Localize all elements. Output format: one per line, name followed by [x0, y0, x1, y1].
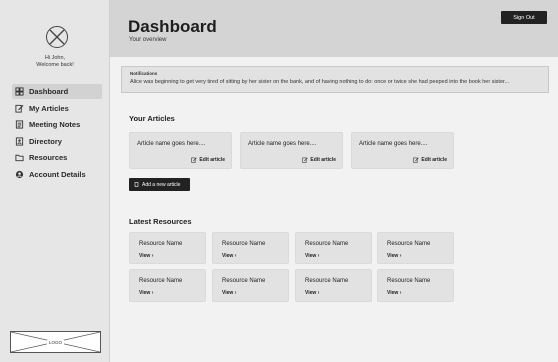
sidebar: Hi John, Welcome back! Dashboard My Arti…	[0, 0, 110, 362]
sidebar-item-resources[interactable]: Resources	[12, 150, 102, 165]
view-resource-link[interactable]: View ›	[387, 253, 401, 259]
sidebar-item-dashboard[interactable]: Dashboard	[12, 84, 102, 99]
articles-section-title: Your Articles	[129, 114, 175, 123]
view-resource-link[interactable]: View ›	[305, 290, 319, 296]
article-card[interactable]: Article name goes here.... Edit article	[351, 132, 454, 169]
resource-card[interactable]: Resource Name View ›	[212, 269, 289, 302]
dashboard-icon	[15, 87, 24, 96]
resource-name: Resource Name	[387, 241, 431, 247]
add-article-label: Add a new article	[142, 181, 181, 188]
resource-name: Resource Name	[222, 241, 266, 247]
edit-article-link[interactable]: Edit article	[302, 157, 336, 163]
sidebar-item-label: Meeting Notes	[29, 120, 81, 129]
logo-text: LOGO	[46, 339, 64, 345]
view-resource-link[interactable]: View ›	[305, 253, 319, 259]
sidebar-item-meeting-notes[interactable]: Meeting Notes	[12, 117, 102, 132]
sidebar-item-label: Dashboard	[29, 87, 69, 96]
sidebar-item-label: Account Details	[29, 169, 86, 179]
notifications-title: Notifications	[130, 71, 158, 76]
sidebar-item-label: My Articles	[29, 103, 69, 113]
article-name: Article name goes here....	[248, 141, 317, 147]
resource-card[interactable]: Resource Name View ›	[295, 232, 372, 264]
folder-icon	[15, 153, 24, 162]
resource-name: Resource Name	[305, 241, 349, 247]
document-icon	[134, 182, 139, 187]
sidebar-item-account-details[interactable]: Account Details	[12, 167, 102, 182]
edit-article-link[interactable]: Edit article	[191, 157, 225, 163]
avatar-placeholder-icon	[46, 26, 68, 48]
edit-icon	[413, 157, 420, 163]
resource-name: Resource Name	[305, 278, 349, 284]
sidebar-item-my-articles[interactable]: My Articles	[12, 101, 102, 116]
edit-article-label: Edit article	[199, 157, 225, 163]
header: Dashboard Your overview Sign Out	[110, 0, 558, 57]
notifications-panel: Notifications Alice was beginning to get…	[121, 66, 549, 93]
resource-card[interactable]: Resource Name View ›	[377, 269, 454, 302]
greeting-welcome: Welcome back!	[36, 61, 74, 68]
resource-card[interactable]: Resource Name View ›	[129, 269, 206, 302]
sidebar-item-label: Resources	[29, 153, 68, 162]
resource-card[interactable]: Resource Name View ›	[295, 269, 372, 302]
page-subtitle: Your overview	[129, 37, 167, 43]
resource-name: Resource Name	[222, 278, 266, 284]
user-icon	[15, 170, 24, 179]
edit-icon	[191, 157, 198, 163]
resource-name: Resource Name	[139, 278, 183, 284]
sidebar-nav: Dashboard My Articles Meeting Notes Dire…	[12, 84, 102, 183]
resource-name: Resource Name	[387, 278, 431, 284]
article-card[interactable]: Article name goes here.... Edit article	[129, 132, 232, 169]
greeting: Hi John, Welcome back!	[0, 55, 110, 68]
resource-card[interactable]: Resource Name View ›	[129, 232, 206, 264]
view-resource-link[interactable]: View ›	[222, 290, 236, 296]
resources-section-title: Latest Resources	[129, 217, 192, 226]
article-card[interactable]: Article name goes here.... Edit article	[240, 132, 343, 169]
directory-icon	[15, 136, 24, 146]
edit-article-label: Edit article	[421, 157, 447, 163]
edit-icon	[302, 157, 309, 163]
edit-article-link[interactable]: Edit article	[413, 157, 447, 163]
view-resource-link[interactable]: View ›	[222, 253, 236, 259]
view-resource-link[interactable]: View ›	[139, 290, 153, 296]
edit-icon	[15, 104, 24, 113]
article-name: Article name goes here....	[359, 141, 428, 147]
sidebar-item-directory[interactable]: Directory	[12, 134, 102, 149]
edit-article-label: Edit article	[310, 157, 336, 163]
notification-message[interactable]: Alice was beginning to get very tired of…	[130, 79, 544, 85]
view-resource-link[interactable]: View ›	[387, 290, 401, 296]
resource-card[interactable]: Resource Name View ›	[377, 232, 454, 264]
sidebar-item-label: Directory	[29, 136, 62, 146]
view-resource-link[interactable]: View ›	[139, 253, 153, 259]
notes-icon	[15, 120, 24, 129]
sign-out-button[interactable]: Sign Out	[501, 11, 547, 24]
resource-name: Resource Name	[139, 241, 183, 247]
add-article-button[interactable]: Add a new article	[129, 178, 190, 191]
logo: LOGO	[10, 331, 101, 353]
resource-card[interactable]: Resource Name View ›	[212, 232, 289, 264]
article-name: Article name goes here....	[137, 141, 206, 147]
page-title: Dashboard	[128, 17, 217, 36]
